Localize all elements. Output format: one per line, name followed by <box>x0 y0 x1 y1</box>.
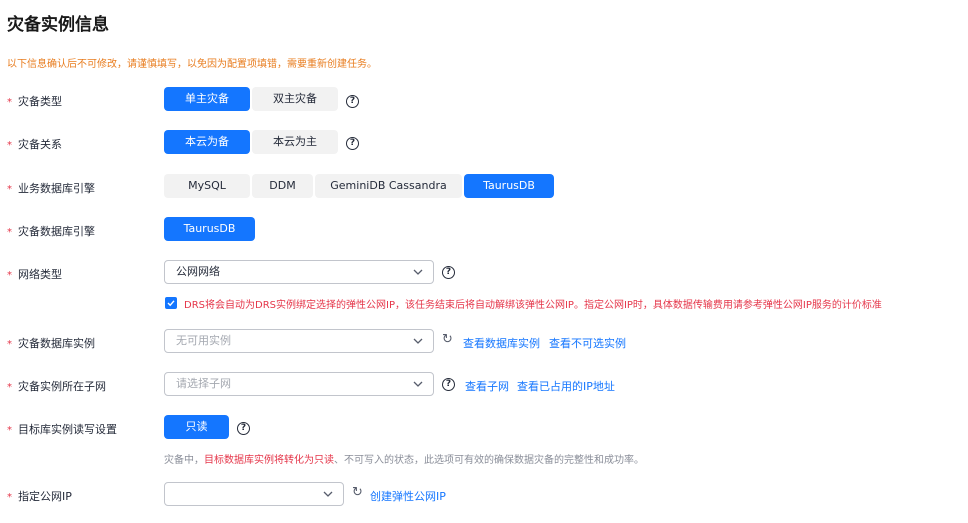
network-type-label: * 网络类型 <box>7 268 62 281</box>
option-single-master[interactable]: 单主灾备 <box>164 87 250 111</box>
rw-setting-label: * 目标库实例读写设置 <box>7 423 117 436</box>
option-mysql[interactable]: MySQL <box>164 174 250 198</box>
service-engine-selector: MySQL DDM GeminiDB Cassandra TaurusDB <box>164 174 556 198</box>
help-icon[interactable]: ? <box>346 137 359 150</box>
dr-engine-selector: TaurusDB <box>164 217 257 241</box>
help-icon[interactable]: ? <box>237 422 250 435</box>
required-star: * <box>7 140 12 151</box>
warning-text: 以下信息确认后不可修改，请谨慎填写，以免因为配置项填错，需要重新创建任务。 <box>7 59 377 70</box>
view-unselectable-instances-link[interactable]: 查看不可选实例 <box>549 335 626 351</box>
option-local-standby[interactable]: 本云为备 <box>164 130 250 154</box>
dr-type-label: * 灾备类型 <box>7 95 62 108</box>
rw-setting-selector: 只读 <box>164 415 231 439</box>
create-eip-link[interactable]: 创建弹性公网IP <box>370 488 446 504</box>
help-icon[interactable]: ? <box>442 378 455 391</box>
dr-type-selector: 单主灾备 双主灾备 <box>164 87 340 111</box>
required-star: * <box>7 425 12 436</box>
dr-relation-label: * 灾备关系 <box>7 138 62 151</box>
public-ip-label: * 指定公网IP <box>7 490 72 503</box>
help-icon[interactable]: ? <box>346 95 359 108</box>
dr-instance-label: * 灾备数据库实例 <box>7 337 95 350</box>
view-db-instances-link[interactable]: 查看数据库实例 <box>463 335 540 351</box>
check-icon <box>167 300 175 307</box>
option-local-primary[interactable]: 本云为主 <box>252 130 338 154</box>
option-taurusdb[interactable]: TaurusDB <box>464 174 554 198</box>
required-star: * <box>7 227 12 238</box>
auto-bind-eip-checkbox[interactable] <box>165 297 177 309</box>
required-star: * <box>7 184 12 195</box>
page-title: 灾备实例信息 <box>7 15 109 35</box>
view-subnet-link[interactable]: 查看子网 <box>465 378 509 394</box>
service-engine-label: * 业务数据库引擎 <box>7 182 95 195</box>
option-read-only[interactable]: 只读 <box>164 415 229 439</box>
chevron-down-icon <box>413 269 423 275</box>
chevron-down-icon <box>413 381 423 387</box>
option-geminidb-cassandra[interactable]: GeminiDB Cassandra <box>315 174 462 198</box>
dr-engine-label: * 灾备数据库引擎 <box>7 225 95 238</box>
view-used-ip-link[interactable]: 查看已占用的IP地址 <box>517 378 615 394</box>
eip-notice-text: DRS将会自动为DRS实例绑定选择的弹性公网IP，该任务结束后将自动解绑该弹性公… <box>184 300 882 311</box>
refresh-icon[interactable]: ↻ <box>442 332 453 347</box>
chevron-down-icon <box>323 491 333 497</box>
required-star: * <box>7 382 12 393</box>
required-star: * <box>7 339 12 350</box>
required-star: * <box>7 492 12 503</box>
help-icon[interactable]: ? <box>442 266 455 279</box>
public-ip-select[interactable] <box>164 482 344 506</box>
required-star: * <box>7 270 12 281</box>
dr-subnet-select[interactable]: 请选择子网 <box>164 372 434 396</box>
option-taurusdb[interactable]: TaurusDB <box>164 217 255 241</box>
option-dual-master[interactable]: 双主灾备 <box>252 87 338 111</box>
option-ddm[interactable]: DDM <box>252 174 313 198</box>
dr-subnet-label: * 灾备实例所在子网 <box>7 380 106 393</box>
network-type-select[interactable]: 公网网络 <box>164 260 434 284</box>
chevron-down-icon <box>413 338 423 344</box>
required-star: * <box>7 97 12 108</box>
rw-setting-hint: 灾备中，目标数据库实例将转化为只读、不可写入的状态，此选项可有效的确保数据灾备的… <box>164 455 644 466</box>
refresh-icon[interactable]: ↻ <box>352 485 363 500</box>
dr-instance-select[interactable]: 无可用实例 <box>164 329 434 353</box>
dr-relation-selector: 本云为备 本云为主 <box>164 130 340 154</box>
